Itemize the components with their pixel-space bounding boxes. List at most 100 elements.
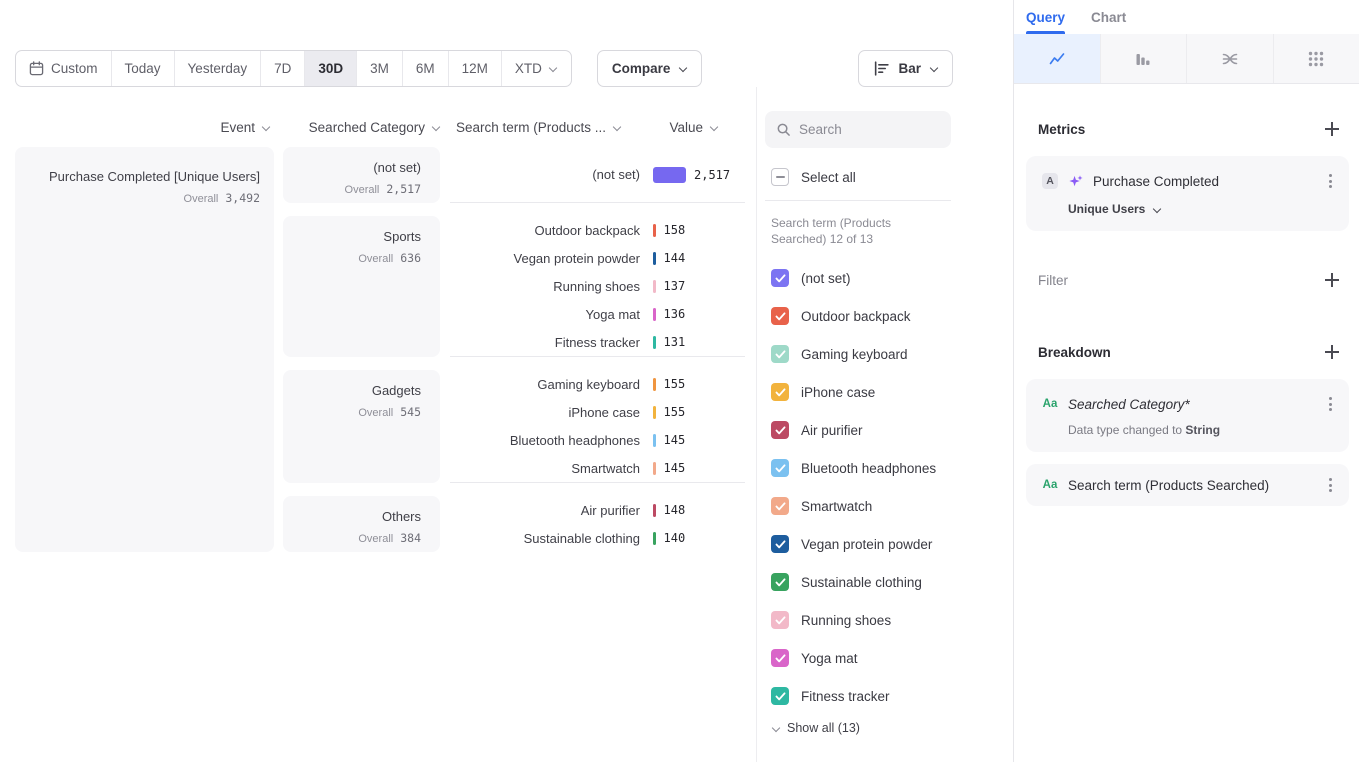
chart-type-button[interactable]: Bar xyxy=(858,50,953,87)
icon-tab-retention[interactable] xyxy=(1273,34,1359,83)
filter-list-item[interactable]: Smartwatch xyxy=(765,487,1013,525)
add-breakdown-button[interactable] xyxy=(1325,345,1339,359)
filter-item-label: Running shoes xyxy=(801,613,891,628)
measure-dropdown[interactable]: Unique Users xyxy=(1068,202,1337,216)
date-range-7d[interactable]: 7D xyxy=(260,51,304,86)
filter-item-label: Bluetooth headphones xyxy=(801,461,936,476)
check-icon xyxy=(775,502,786,511)
tab-query[interactable]: Query xyxy=(1026,0,1065,34)
filter-list-item[interactable]: Yoga mat xyxy=(765,639,1013,677)
add-filter-button[interactable] xyxy=(1325,273,1339,287)
date-range-custom[interactable]: Custom xyxy=(16,51,111,86)
checkbox-checked[interactable] xyxy=(771,383,789,401)
term-row[interactable]: Smartwatch145 xyxy=(450,454,745,482)
date-range-12m[interactable]: 12M xyxy=(448,51,501,86)
checkbox-checked[interactable] xyxy=(771,687,789,705)
icon-tab-flows[interactable] xyxy=(1186,34,1273,83)
date-range-label: Today xyxy=(125,61,161,76)
term-row[interactable]: Fitness tracker131 xyxy=(450,328,745,356)
filter-list-item[interactable]: Gaming keyboard xyxy=(765,335,1013,373)
filter-list-item[interactable]: Bluetooth headphones xyxy=(765,449,1013,487)
kebab-menu-icon[interactable] xyxy=(1324,394,1337,414)
category-cell[interactable]: (not set)Overall2,517 xyxy=(283,147,440,203)
kebab-menu-icon[interactable] xyxy=(1324,171,1337,191)
checkbox-checked[interactable] xyxy=(771,459,789,477)
filter-list-item[interactable]: Running shoes xyxy=(765,601,1013,639)
term-row[interactable]: Vegan protein powder144 xyxy=(450,244,745,272)
date-range-today[interactable]: Today xyxy=(111,51,174,86)
chevron-down-icon xyxy=(261,123,270,132)
filter-list-item[interactable]: iPhone case xyxy=(765,373,1013,411)
date-range-3m[interactable]: 3M xyxy=(356,51,402,86)
date-range-xtd[interactable]: XTD xyxy=(501,51,571,86)
date-range-6m[interactable]: 6M xyxy=(402,51,448,86)
term-row[interactable]: Outdoor backpack158 xyxy=(450,216,745,244)
checkbox-checked[interactable] xyxy=(771,345,789,363)
term-row[interactable]: (not set)2,517 xyxy=(450,161,745,189)
term-row[interactable]: Running shoes137 xyxy=(450,272,745,300)
column-header-searched-category[interactable]: Searched Category xyxy=(283,120,440,135)
select-all-row[interactable]: Select all xyxy=(765,168,1013,186)
dot-grid-icon xyxy=(1307,50,1325,68)
term-row[interactable]: Gaming keyboard155 xyxy=(450,370,745,398)
term-label: Smartwatch xyxy=(450,461,640,476)
event-cell[interactable]: Purchase Completed [Unique Users] Overal… xyxy=(15,147,274,552)
filter-list-item[interactable]: Vegan protein powder xyxy=(765,525,1013,563)
filter-item-label: Sustainable clothing xyxy=(801,575,922,590)
date-range-yesterday[interactable]: Yesterday xyxy=(174,51,261,86)
data-type-note: Data type changed to String xyxy=(1068,423,1337,437)
category-overall: Overall636 xyxy=(302,249,421,267)
chevron-down-icon xyxy=(1152,205,1161,214)
icon-tab-insights[interactable] xyxy=(1014,34,1100,83)
checkbox-checked[interactable] xyxy=(771,573,789,591)
term-rows: Outdoor backpack158Vegan protein powder1… xyxy=(450,216,745,357)
chevron-down-icon xyxy=(549,64,558,73)
value-label: 148 xyxy=(664,503,686,517)
value-label: 137 xyxy=(664,279,686,293)
date-range-30d[interactable]: 30D xyxy=(304,51,356,86)
chevron-down-icon xyxy=(431,123,440,132)
checkbox-checked[interactable] xyxy=(771,269,789,287)
show-all-button[interactable]: Show all (13) xyxy=(765,721,1013,735)
checkbox-checked[interactable] xyxy=(771,421,789,439)
kebab-menu-icon[interactable] xyxy=(1324,475,1337,495)
compare-button[interactable]: Compare xyxy=(597,50,703,87)
filter-list-item[interactable]: Outdoor backpack xyxy=(765,297,1013,335)
filter-list-item[interactable]: Fitness tracker xyxy=(765,677,1013,715)
segment-search-box[interactable] xyxy=(765,111,951,148)
term-row[interactable]: Yoga mat136 xyxy=(450,300,745,328)
term-label: Vegan protein powder xyxy=(450,251,640,266)
term-row[interactable]: Air purifier148 xyxy=(450,496,745,524)
column-header-value[interactable]: Value xyxy=(669,120,745,135)
category-name: Gadgets xyxy=(302,383,421,398)
column-header-event[interactable]: Event xyxy=(15,120,274,135)
term-row[interactable]: iPhone case155 xyxy=(450,398,745,426)
breakdown-card-search-term[interactable]: Aa Search term (Products Searched) xyxy=(1026,464,1349,506)
tab-chart[interactable]: Chart xyxy=(1091,0,1126,34)
filter-list-item[interactable]: (not set) xyxy=(765,259,1013,297)
metric-card[interactable]: A Purchase Completed Unique Users xyxy=(1026,156,1349,231)
breakdown-card-searched-category[interactable]: Aa Searched Category* Data type changed … xyxy=(1026,379,1349,452)
checkbox-checked[interactable] xyxy=(771,307,789,325)
add-metric-button[interactable] xyxy=(1325,122,1339,136)
column-header-search-term[interactable]: Search term (Products ... xyxy=(450,120,621,135)
filter-list-item[interactable]: Sustainable clothing xyxy=(765,563,1013,601)
term-row[interactable]: Sustainable clothing140 xyxy=(450,524,745,552)
chart-type-label: Bar xyxy=(898,61,921,76)
event-sparkle-icon xyxy=(1068,174,1083,189)
select-all-checkbox-indeterminate[interactable] xyxy=(771,168,789,186)
category-cell[interactable]: SportsOverall636 xyxy=(283,216,440,357)
compare-label: Compare xyxy=(612,61,671,76)
checkbox-checked[interactable] xyxy=(771,649,789,667)
checkbox-checked[interactable] xyxy=(771,497,789,515)
table-body: Purchase Completed [Unique Users] Overal… xyxy=(15,147,756,552)
chevron-down-icon xyxy=(709,123,718,132)
category-cell[interactable]: OthersOverall384 xyxy=(283,496,440,552)
checkbox-checked[interactable] xyxy=(771,535,789,553)
category-cell[interactable]: GadgetsOverall545 xyxy=(283,370,440,483)
icon-tab-funnels[interactable] xyxy=(1100,34,1187,83)
search-input[interactable] xyxy=(799,122,940,137)
filter-list-item[interactable]: Air purifier xyxy=(765,411,1013,449)
term-row[interactable]: Bluetooth headphones145 xyxy=(450,426,745,454)
checkbox-checked[interactable] xyxy=(771,611,789,629)
